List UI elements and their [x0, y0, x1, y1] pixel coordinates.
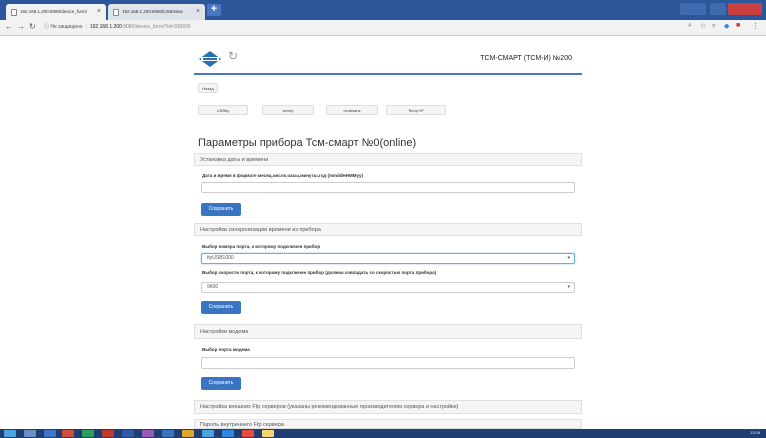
- forward-arrow-icon[interactable]: →: [17, 22, 25, 31]
- close-tab-icon[interactable]: ×: [97, 8, 101, 15]
- telegram-icon[interactable]: [202, 430, 214, 437]
- tab-label: 192.168.1.200:8080/device_form/: [20, 9, 88, 14]
- section-ftp-internal-header[interactable]: Пароль внутреннего Ftp сервера: [194, 419, 582, 429]
- info-icon: ⓘ: [44, 24, 50, 30]
- menu-icon[interactable]: ⋮: [752, 22, 759, 30]
- modem-save-button[interactable]: Сохранить: [201, 377, 241, 390]
- page-header: ↻ ТСМ-СМАРТ (ТСМ-И) №200: [194, 45, 582, 75]
- clock[interactable]: 13:08: [750, 430, 760, 435]
- close-window-button[interactable]: [728, 3, 762, 15]
- word-icon[interactable]: [122, 430, 134, 437]
- section-ftp-external-header[interactable]: Настройка внешних Ftp серверов (указаны …: [194, 400, 582, 414]
- browser-tab-device-form[interactable]: 192.168.1.200:8080/device_form/ ×: [6, 4, 106, 20]
- nav-button-usbtty[interactable]: USBtty: [198, 105, 248, 115]
- browser-tab-usb-view[interactable]: 192.168.1.200:8080/USB/view ×: [108, 4, 205, 20]
- nav-button-temp-ip[interactable]: Temp+IP: [386, 105, 446, 115]
- skype-icon[interactable]: [222, 430, 234, 437]
- extension-icon[interactable]: ◆: [724, 22, 729, 30]
- brand-logo: [199, 51, 221, 67]
- back-arrow-icon[interactable]: ←: [5, 22, 13, 31]
- sync-port-select[interactable]: ttyUSB1000 ▾: [201, 253, 575, 264]
- os-taskbar: 13:08: [0, 429, 766, 438]
- new-tab-button[interactable]: +: [207, 4, 221, 16]
- excel-icon[interactable]: [82, 430, 94, 437]
- page-icon: [113, 9, 119, 16]
- back-button[interactable]: Назад: [198, 83, 218, 93]
- chevron-down-icon: ▾: [567, 255, 570, 261]
- nav-button-serntp[interactable]: serntp: [262, 105, 314, 115]
- device-title: ТСМ-СМАРТ (ТСМ-И) №200: [480, 55, 572, 62]
- security-label: Не защищено: [50, 24, 83, 30]
- sync-save-button[interactable]: Сохранить: [201, 301, 241, 314]
- nav-button-revalsans[interactable]: revalsans: [326, 105, 378, 115]
- app-icon[interactable]: [142, 430, 154, 437]
- modem-port-label: Выбор порта модема: [202, 347, 250, 352]
- explorer-icon[interactable]: [24, 430, 36, 437]
- close-tab-icon[interactable]: ×: [196, 8, 200, 15]
- section-sync-header: Настройки синхронизации времени из прибо…: [194, 223, 582, 236]
- address-bar: ← → ↻ ⓘ Не защищено | 192.168.1.200:8080/d…: [0, 20, 766, 36]
- browser-tab-bar: 192.168.1.200:8080/device_form/ × 192.16…: [0, 0, 766, 20]
- page-icon: [11, 9, 17, 16]
- shield-icon[interactable]: ▿: [712, 22, 716, 30]
- zoom-icon[interactable]: ⌕: [688, 22, 692, 30]
- page-content: ↻ ТСМ-СМАРТ (ТСМ-И) №200 Назад USBtty se…: [0, 37, 766, 429]
- extension-red-icon[interactable]: ■: [736, 22, 740, 29]
- url-host: 192.168.1.200: [89, 24, 122, 30]
- app-icon[interactable]: [162, 430, 174, 437]
- section-modem-header: Настройки модема: [194, 324, 582, 339]
- datetime-save-button[interactable]: Сохранить: [201, 203, 241, 216]
- modem-port-input[interactable]: [201, 357, 575, 369]
- star-icon[interactable]: ☆: [700, 22, 706, 30]
- app-icon[interactable]: [242, 430, 254, 437]
- maximize-button[interactable]: [710, 3, 726, 15]
- app-icon[interactable]: [262, 430, 274, 437]
- sync-speed-label: Выбор скорости порта, к которому подключ…: [202, 270, 437, 275]
- chrome-icon[interactable]: [62, 430, 74, 437]
- datetime-field-label: Дата и время в формате месяц,число,часы,…: [202, 173, 363, 178]
- chevron-down-icon: ▾: [567, 284, 570, 290]
- sync-port-label: Выбор номера порта, к которому подключен…: [202, 244, 321, 249]
- section-datetime-header: Установка даты и времени: [194, 153, 582, 166]
- page-title: Параметры прибора Тсм-смарт №0(online): [198, 137, 417, 149]
- minimize-button[interactable]: [680, 3, 706, 15]
- pdf-icon[interactable]: [102, 430, 114, 437]
- reload-icon[interactable]: ↻: [29, 22, 36, 31]
- url-path: :8080/device_form/?id=339609: [121, 24, 191, 30]
- app-icon[interactable]: [182, 430, 194, 437]
- refresh-icon[interactable]: ↻: [228, 49, 238, 63]
- sync-speed-value: 9600: [207, 284, 219, 290]
- tab-label: 192.168.1.200:8080/USB/view: [122, 9, 183, 14]
- datetime-input[interactable]: [201, 182, 575, 193]
- sync-speed-select[interactable]: 9600 ▾: [201, 282, 575, 293]
- sync-port-value: ttyUSB1000: [207, 255, 234, 261]
- app-icon[interactable]: [44, 430, 56, 437]
- start-button-icon[interactable]: [4, 430, 16, 437]
- url-field[interactable]: ⓘ Не защищено | 192.168.1.200:8080/device_…: [44, 22, 191, 33]
